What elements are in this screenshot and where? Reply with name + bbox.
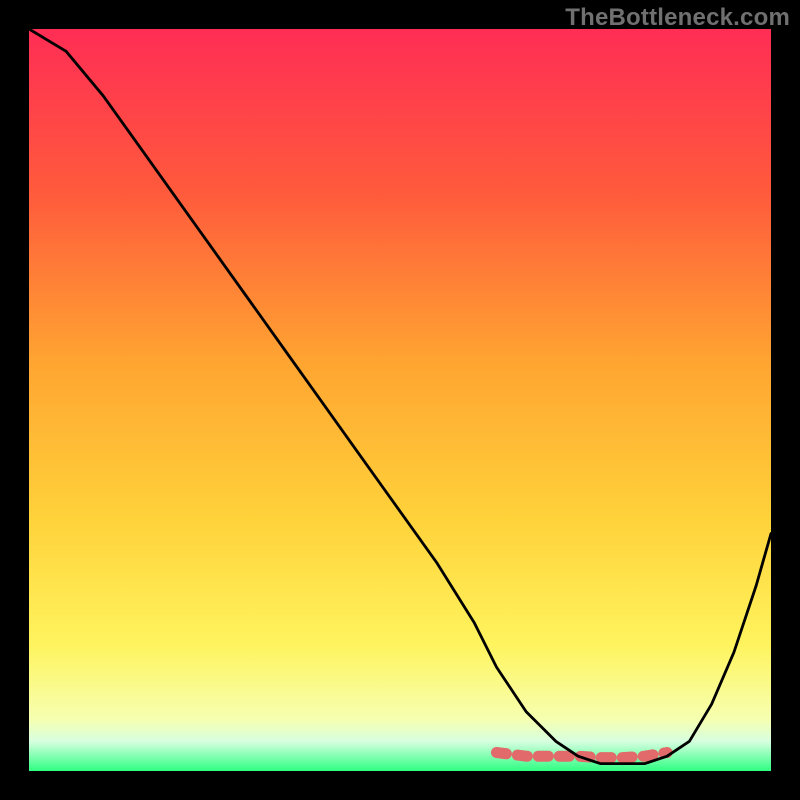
bottleneck-chart [29, 29, 771, 771]
gradient-background [29, 29, 771, 771]
watermark-text: TheBottleneck.com [565, 4, 790, 32]
chart-frame: TheBottleneck.com [0, 0, 800, 800]
